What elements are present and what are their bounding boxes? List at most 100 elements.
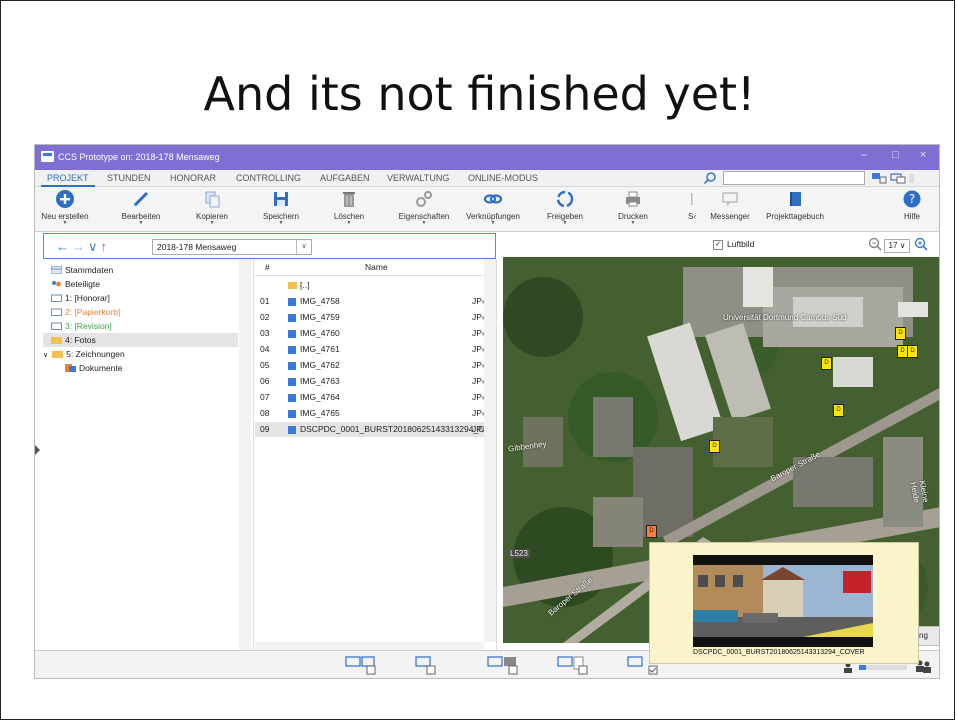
table-row[interactable]: 02 IMG_4759 JP‹ bbox=[255, 310, 485, 325]
chevron-down-icon: ▼ bbox=[346, 220, 352, 226]
tab-honorar[interactable]: HONORAR bbox=[170, 173, 216, 183]
plus-circle-icon bbox=[56, 190, 74, 208]
project-select[interactable]: 2018-178 Mensaweg ∨ bbox=[152, 239, 312, 255]
nav-arrows[interactable]: ←→∨↑ bbox=[56, 239, 110, 255]
column-num[interactable]: # bbox=[265, 262, 270, 272]
minimize-button[interactable]: – bbox=[861, 149, 867, 161]
table-row[interactable]: 03 IMG_4760 JP‹ bbox=[255, 326, 485, 341]
s-button[interactable]: S‹ bbox=[685, 189, 699, 229]
tree-item-honorar[interactable]: 1: [Honorar] bbox=[51, 291, 246, 305]
book-icon bbox=[790, 192, 801, 206]
separator-icon bbox=[691, 193, 693, 205]
map-marker[interactable]: D bbox=[907, 345, 918, 358]
layout-document-icon[interactable] bbox=[557, 656, 589, 676]
folder-icon bbox=[288, 282, 297, 289]
table-row[interactable]: 04 IMG_4761 JP‹ bbox=[255, 342, 485, 357]
file-name: IMG_4764 bbox=[300, 392, 340, 402]
chevron-down-icon[interactable]: ∨ bbox=[88, 239, 101, 254]
app-window: CCS Prototype on: 2018-178 Mensaweg – □ … bbox=[34, 144, 940, 679]
tab-online-modus[interactable]: ONLINE-MODUS bbox=[468, 173, 538, 183]
tree-item-label: 2: [Papierkorb] bbox=[65, 307, 121, 317]
messenger-button[interactable]: Messenger bbox=[708, 189, 752, 229]
tree-item-beteiligte[interactable]: Beteiligte bbox=[51, 277, 246, 291]
speichern-button[interactable]: Speichern ▼ bbox=[257, 189, 305, 229]
tree-item-dokumente[interactable]: Dokumente bbox=[65, 361, 260, 375]
photo-thumbnail bbox=[693, 555, 873, 647]
chevron-down-icon[interactable]: ∨ bbox=[296, 240, 311, 254]
tree-scrollbar[interactable] bbox=[239, 259, 251, 655]
tab-aufgaben[interactable]: AUFGABEN bbox=[320, 173, 370, 183]
tab-stunden[interactable]: STUNDEN bbox=[107, 173, 151, 183]
tree-item-zeichnungen[interactable]: ∨ 5: Zeichnungen bbox=[43, 347, 238, 361]
table-row[interactable]: 01 IMG_4758 JP‹ bbox=[255, 294, 485, 309]
loeschen-button[interactable]: Löschen ▼ bbox=[325, 189, 373, 229]
search-input[interactable] bbox=[723, 171, 865, 185]
file-num: 02 bbox=[260, 312, 270, 322]
file-list-scrollbar[interactable] bbox=[484, 259, 496, 642]
pencil-icon bbox=[133, 191, 149, 207]
tree-item-stammdaten[interactable]: Stammdaten bbox=[51, 263, 246, 277]
verknuepfungen-button[interactable]: Verknüpfungen ▼ bbox=[462, 189, 524, 229]
zoom-in-icon[interactable] bbox=[914, 237, 928, 251]
photo-preview-tooltip: DSCPDC_0001_BURST20180625143313294_COVER bbox=[649, 542, 919, 664]
map-label-university: Universität Dortmund Campus Süd bbox=[723, 313, 847, 322]
search-icon[interactable] bbox=[703, 171, 717, 185]
layout-preview-icon[interactable] bbox=[487, 656, 519, 676]
table-row[interactable]: 06 IMG_4763 JP‹ bbox=[255, 374, 485, 389]
table-row[interactable]: 07 IMG_4764 JP‹ bbox=[255, 390, 485, 405]
chevron-down-icon: ▼ bbox=[209, 220, 215, 226]
map-marker-selected[interactable]: D bbox=[646, 525, 657, 538]
table-row[interactable]: 05 IMG_4762 JP‹ bbox=[255, 358, 485, 373]
luftbild-checkbox[interactable]: ✓ Luftbild bbox=[713, 239, 754, 250]
table-row[interactable]: 08 IMG_4765 JP‹ bbox=[255, 406, 485, 421]
file-name: IMG_4762 bbox=[300, 360, 340, 370]
maximize-button[interactable]: □ bbox=[892, 149, 899, 161]
map-marker[interactable]: D bbox=[821, 357, 832, 370]
file-type: JP‹ bbox=[472, 376, 485, 386]
layout-split-icon[interactable] bbox=[345, 656, 377, 676]
kopieren-button[interactable]: Kopieren ▼ bbox=[188, 189, 236, 229]
map-marker[interactable]: D bbox=[709, 440, 720, 453]
chevron-down-icon[interactable]: ∨ bbox=[43, 352, 48, 359]
close-button[interactable]: × bbox=[920, 149, 926, 161]
drucken-button[interactable]: Drucken ▼ bbox=[609, 189, 657, 229]
freigeben-button[interactable]: Freigeben ▼ bbox=[541, 189, 589, 229]
save-icon bbox=[274, 192, 288, 206]
zoom-out-icon[interactable] bbox=[868, 237, 882, 251]
user-slider[interactable] bbox=[859, 665, 907, 670]
tree-item-fotos[interactable]: 4: Fotos bbox=[43, 333, 238, 347]
up-arrow-icon[interactable]: ↑ bbox=[101, 239, 111, 254]
image-file-icon bbox=[288, 410, 296, 418]
partial-button[interactable]: ng bbox=[918, 626, 939, 646]
table-row-selected[interactable]: 09 DSCPDC_0001_BURST20180625143313294_CO J… bbox=[255, 422, 491, 437]
toolbar-label: Messenger bbox=[710, 212, 750, 221]
tree-item-label: Dokumente bbox=[79, 363, 123, 373]
forward-arrow-icon[interactable]: → bbox=[72, 239, 88, 254]
folder-icon bbox=[52, 350, 64, 358]
tab-controlling[interactable]: CONTROLLING bbox=[236, 173, 301, 183]
bearbeiten-button[interactable]: Bearbeiten ▼ bbox=[117, 189, 165, 229]
tree-item-papierkorb[interactable]: 2: [Papierkorb] bbox=[51, 305, 246, 319]
list-item-parent[interactable]: [..] bbox=[255, 278, 485, 293]
view-options-icon[interactable] bbox=[871, 171, 915, 185]
back-arrow-icon[interactable]: ← bbox=[56, 239, 72, 254]
tree-item-revision[interactable]: 3: [Revision] bbox=[51, 319, 246, 333]
eigenschaften-button[interactable]: Eigenschaften ▼ bbox=[395, 189, 453, 229]
zoom-level-select[interactable]: 17 ∨ bbox=[884, 239, 910, 253]
tab-verwaltung[interactable]: VERWALTUNG bbox=[387, 173, 449, 183]
menu-bar: PROJEKT STUNDEN HONORAR CONTROLLING AUFG… bbox=[35, 170, 939, 187]
map-marker[interactable]: D bbox=[895, 327, 906, 340]
hilfe-button[interactable]: ? Hilfe bbox=[897, 189, 927, 229]
file-num: 06 bbox=[260, 376, 270, 386]
tab-projekt[interactable]: PROJEKT bbox=[41, 173, 94, 187]
layout-single-icon[interactable] bbox=[415, 656, 445, 676]
folder-outline-icon bbox=[51, 308, 62, 316]
projekttagebuch-button[interactable]: Projekttagebuch bbox=[762, 189, 828, 229]
documents-icon bbox=[65, 363, 76, 372]
map-toolbar: ✓ Luftbild 17 ∨ bbox=[498, 233, 939, 256]
image-file-icon bbox=[288, 346, 296, 354]
column-name[interactable]: Name bbox=[365, 262, 388, 272]
neu-erstellen-button[interactable]: Neu erstellen ▼ bbox=[39, 189, 91, 229]
collapse-arrow-icon[interactable] bbox=[35, 445, 40, 455]
map-marker[interactable]: D bbox=[833, 404, 844, 417]
